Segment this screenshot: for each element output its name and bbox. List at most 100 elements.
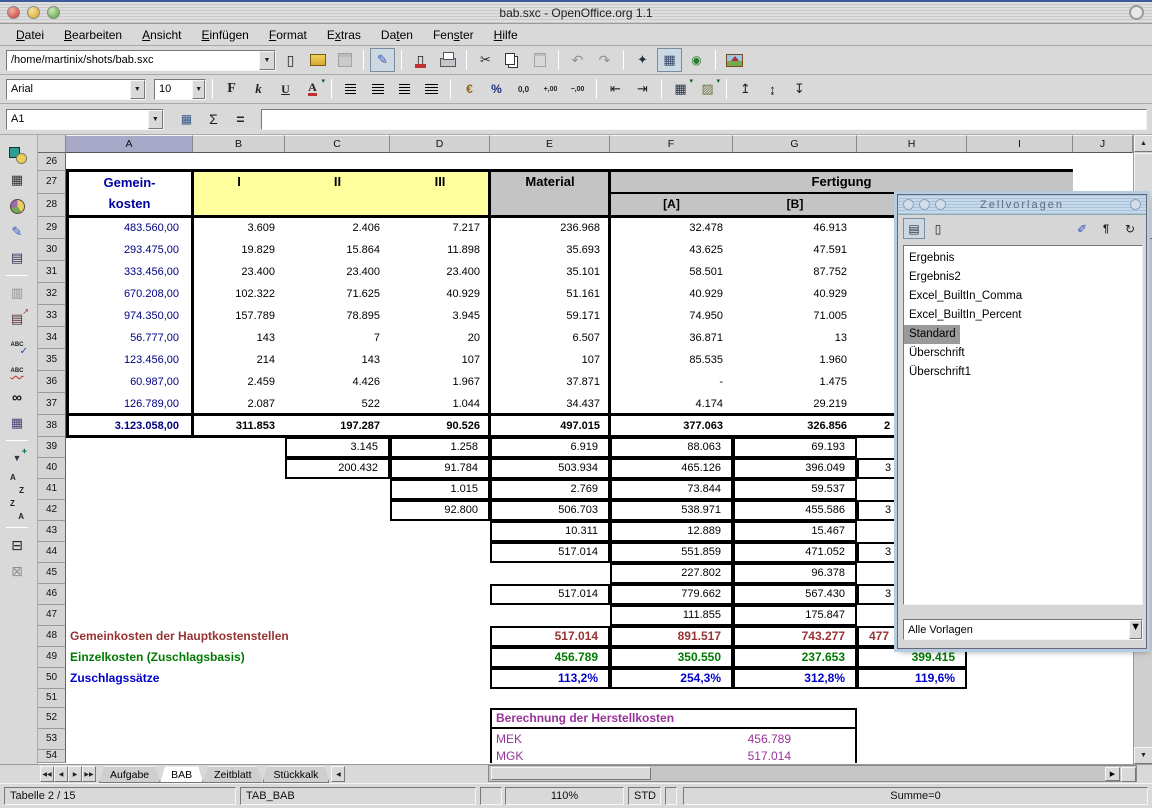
- cell-E44[interactable]: 517.014: [490, 542, 610, 563]
- font-size-dropdown-icon[interactable]: ▼: [192, 80, 205, 99]
- cell-F54[interactable]: 517.014: [610, 750, 857, 763]
- row-header-44[interactable]: 44: [38, 542, 66, 563]
- cell-B31[interactable]: 23.400: [193, 261, 285, 283]
- cell-F48[interactable]: 891.517: [610, 626, 733, 647]
- insert-chart-icon[interactable]: [3, 193, 31, 219]
- cell-F46[interactable]: 779.662: [610, 584, 733, 605]
- cell-A50[interactable]: Zuschlagssätze: [66, 668, 490, 689]
- cell-fertigung-a-header[interactable]: [A]: [610, 194, 733, 217]
- cell-B30[interactable]: 19.829: [193, 239, 285, 261]
- row-header-33[interactable]: 33: [38, 305, 66, 327]
- cell-F35[interactable]: 85.535: [610, 349, 733, 371]
- style-item-überschrift[interactable]: Überschrift: [904, 347, 965, 359]
- row-header-51[interactable]: 51: [38, 689, 66, 708]
- scroll-right-icon[interactable]: ▶: [1105, 767, 1120, 781]
- cell-D31[interactable]: 23.400: [390, 261, 490, 283]
- cell-F49[interactable]: 350.550: [610, 647, 733, 668]
- font-color-icon[interactable]: [300, 77, 325, 101]
- cell-E37[interactable]: 34.437: [490, 393, 610, 415]
- row-header-30[interactable]: 30: [38, 239, 66, 261]
- italic-icon[interactable]: [246, 77, 271, 101]
- cell-B35[interactable]: 214: [193, 349, 285, 371]
- percent-icon[interactable]: [484, 77, 509, 101]
- cut-icon[interactable]: [473, 48, 498, 72]
- standard-format-icon[interactable]: [511, 77, 536, 101]
- column-header-E[interactable]: E: [490, 135, 610, 153]
- cell-fertigung-header[interactable]: Fertigung: [610, 171, 1073, 194]
- cell-C33[interactable]: 78.895: [285, 305, 390, 327]
- cell-C32[interactable]: 71.625: [285, 283, 390, 305]
- cell-F42[interactable]: 538.971: [610, 500, 733, 521]
- cell-B36[interactable]: 2.459: [193, 371, 285, 393]
- currency-icon[interactable]: [457, 77, 482, 101]
- column-header-D[interactable]: D: [390, 135, 490, 153]
- cell-G37[interactable]: 29.219: [733, 393, 857, 415]
- cell-E53[interactable]: MEK: [490, 729, 610, 750]
- cell-H49[interactable]: 399.415: [857, 647, 967, 668]
- cell-C34[interactable]: 7: [285, 327, 390, 349]
- align-center-icon[interactable]: [365, 77, 390, 101]
- cell-H50[interactable]: 119,6%: [857, 668, 967, 689]
- cell-G40[interactable]: 396.049: [733, 458, 857, 479]
- cell-F36[interactable]: -: [610, 371, 733, 393]
- row-header-27[interactable]: 27: [38, 171, 66, 194]
- equals-icon[interactable]: [228, 107, 253, 131]
- hyperlink-icon[interactable]: [684, 48, 709, 72]
- menu-extras[interactable]: Extras: [317, 26, 371, 44]
- style-item-standard[interactable]: Standard: [904, 325, 960, 344]
- cell-G50[interactable]: 312,8%: [733, 668, 857, 689]
- cell-A32[interactable]: 670.208,00: [66, 283, 193, 305]
- insert-object-icon[interactable]: [3, 306, 31, 332]
- row-header-41[interactable]: 41: [38, 479, 66, 500]
- cell-A35[interactable]: 123.456,00: [66, 349, 193, 371]
- cell-E33[interactable]: 59.171: [490, 305, 610, 327]
- column-header-F[interactable]: F: [610, 135, 733, 153]
- tab-scroll-left-icon[interactable]: ◀: [331, 766, 345, 782]
- cell-A31[interactable]: 333.456,00: [66, 261, 193, 283]
- bold-icon[interactable]: [219, 77, 244, 101]
- menu-bearbeiten[interactable]: Bearbeiten: [54, 26, 132, 44]
- cell-A33[interactable]: 974.350,00: [66, 305, 193, 327]
- select-all-corner[interactable]: [38, 135, 66, 153]
- cell-D41[interactable]: 1.015: [390, 479, 490, 500]
- stylist-style-list[interactable]: ErgebnisErgebnis2Excel_BuiltIn_CommaExce…: [903, 245, 1143, 605]
- sort-ascending-icon[interactable]: [3, 471, 31, 497]
- horizontal-scrollbar-thumb[interactable]: [491, 767, 651, 780]
- cell-reference-box[interactable]: ▼: [6, 109, 164, 130]
- cell-G35[interactable]: 1.960: [733, 349, 857, 371]
- underline-icon[interactable]: [273, 77, 298, 101]
- cell-E39[interactable]: 6.919: [490, 437, 610, 458]
- form-controls-icon[interactable]: [3, 245, 31, 271]
- sort-descending-icon[interactable]: [3, 497, 31, 523]
- row-header-36[interactable]: 36: [38, 371, 66, 393]
- cell-C38[interactable]: 197.287: [285, 415, 390, 437]
- row-header-37[interactable]: 37: [38, 393, 66, 415]
- cell-F29[interactable]: 32.478: [610, 217, 733, 239]
- row-header-29[interactable]: 29: [38, 217, 66, 239]
- cell-A38[interactable]: 3.123.058,00: [66, 415, 193, 437]
- new-document-icon[interactable]: [278, 48, 303, 72]
- autofilter-icon[interactable]: [3, 445, 31, 471]
- increase-indent-icon[interactable]: [630, 77, 655, 101]
- formula-input[interactable]: [261, 109, 1147, 130]
- add-decimal-icon[interactable]: [538, 77, 563, 101]
- spellcheck-icon[interactable]: [3, 332, 31, 358]
- cell-E29[interactable]: 236.968: [490, 217, 610, 239]
- style-item-excel_builtin_comma[interactable]: Excel_BuiltIn_Comma: [904, 290, 1022, 302]
- row-header-34[interactable]: 34: [38, 327, 66, 349]
- row-header-49[interactable]: 49: [38, 647, 66, 668]
- cell-F38[interactable]: 377.063: [610, 415, 733, 437]
- row-header-43[interactable]: 43: [38, 521, 66, 542]
- cell-E43[interactable]: 10.311: [490, 521, 610, 542]
- cell-G29[interactable]: 46.913: [733, 217, 857, 239]
- cell-D36[interactable]: 1.967: [390, 371, 490, 393]
- cell-E31[interactable]: 35.101: [490, 261, 610, 283]
- align-bottom-icon[interactable]: [787, 77, 812, 101]
- cell-G30[interactable]: 47.591: [733, 239, 857, 261]
- cell-E34[interactable]: 6.507: [490, 327, 610, 349]
- scroll-down-icon[interactable]: ▼: [1134, 747, 1152, 764]
- cell-F34[interactable]: 36.871: [610, 327, 733, 349]
- cell-G42[interactable]: 455.586: [733, 500, 857, 521]
- cell-A34[interactable]: 56.777,00: [66, 327, 193, 349]
- function-wizard-icon[interactable]: [174, 107, 199, 131]
